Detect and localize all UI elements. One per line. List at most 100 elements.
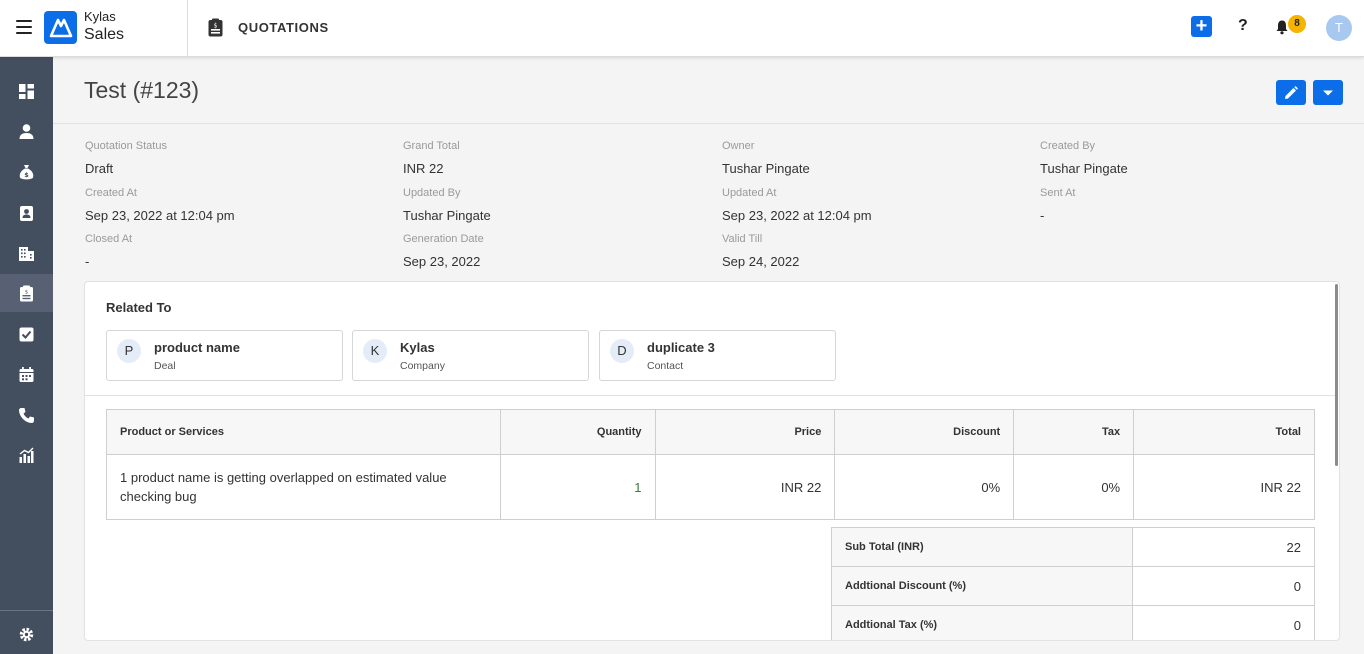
actions-dropdown-button[interactable] — [1313, 80, 1343, 105]
svg-text:$: $ — [25, 289, 29, 295]
related-card-contact[interactable]: D duplicate 3 Contact — [599, 330, 836, 381]
field-value: INR 22 — [403, 161, 444, 176]
sidebar-item-meetings[interactable] — [0, 355, 53, 393]
brand-name: Kylas Sales — [84, 9, 124, 44]
scrollbar-thumb[interactable] — [1335, 284, 1338, 466]
related-card-initial: P — [117, 339, 141, 363]
cell-quantity: 1 — [499, 454, 656, 520]
money-bag-icon: $ — [19, 164, 34, 179]
field-label: Grand Total — [403, 140, 460, 152]
kylas-logo[interactable] — [44, 11, 77, 44]
sidebar-item-leads[interactable] — [0, 112, 53, 150]
contact-card-icon — [20, 205, 33, 221]
header-divider — [53, 123, 1364, 124]
sidebar-item-reports[interactable] — [0, 436, 53, 474]
field-label: Generation Date — [403, 233, 484, 245]
edit-button[interactable] — [1276, 80, 1306, 105]
header-divider — [187, 0, 188, 56]
column-header-tax: Tax — [1013, 409, 1135, 455]
sidebar-item-deals[interactable]: $ — [0, 153, 53, 191]
totals-label: Addtional Discount (%) — [831, 566, 1133, 606]
sidebar-item-tasks[interactable] — [0, 315, 53, 353]
field-value: Sep 23, 2022 at 12:04 pm — [722, 208, 872, 223]
add-button[interactable]: + — [1191, 16, 1212, 37]
field-value: Sep 24, 2022 — [722, 254, 800, 269]
field-label: Updated By — [403, 187, 461, 199]
cell-total: INR 22 — [1133, 454, 1315, 520]
top-bar: Kylas Sales $ QUOTATIONS + ? 8 T — [0, 0, 1364, 57]
totals-value: 0 — [1132, 566, 1315, 606]
products-table: Product or Services Quantity Price Disco… — [106, 409, 1315, 520]
totals-row: Addtional Tax (%) 0 — [831, 605, 1315, 640]
quotation-title: Test (#123) — [84, 77, 200, 103]
field-label: Created By — [1040, 140, 1096, 152]
sidebar-item-quotations[interactable]: $ — [0, 274, 53, 312]
page-label: QUOTATIONS — [238, 20, 329, 35]
related-card-initial: D — [610, 339, 634, 363]
field-value: Tushar Pingate — [403, 208, 491, 223]
field-value: Sep 23, 2022 at 12:04 pm — [85, 208, 235, 223]
notification-badge: 8 — [1288, 15, 1306, 33]
column-header-total: Total — [1133, 409, 1315, 455]
quotation-icon: $ — [208, 18, 223, 37]
sidebar-item-settings[interactable] — [0, 615, 53, 653]
help-icon[interactable]: ? — [1238, 17, 1248, 35]
building-icon — [19, 246, 34, 261]
totals-row: Addtional Discount (%) 0 — [831, 566, 1315, 606]
field-value: - — [1040, 208, 1045, 223]
field-value: Sep 23, 2022 — [403, 254, 481, 269]
section-divider — [85, 395, 1335, 396]
cell-product: 1 product name is getting overlapped on … — [106, 454, 501, 520]
field-generation-date: Generation Date Sep 23, 2022 — [403, 233, 703, 269]
related-card-company[interactable]: K Kylas Company — [352, 330, 589, 381]
column-header-discount: Discount — [834, 409, 1015, 455]
details-panel: Related To P product name Deal K Kylas C… — [84, 281, 1340, 641]
chevron-down-icon — [1323, 90, 1333, 95]
svg-text:$: $ — [24, 171, 29, 179]
totals-label: Sub Total (INR) — [831, 527, 1133, 567]
field-quotation-status: Quotation Status Draft — [85, 140, 385, 176]
quotation-icon: $ — [20, 285, 33, 301]
related-card-deal[interactable]: P product name Deal — [106, 330, 343, 381]
field-closed-at: Closed At - — [85, 233, 385, 269]
user-avatar[interactable]: T — [1326, 15, 1352, 41]
field-label: Closed At — [85, 233, 133, 245]
sidebar: $ $ — [0, 57, 53, 654]
cell-price: INR 22 — [654, 454, 836, 520]
field-updated-at: Updated At Sep 23, 2022 at 12:04 pm — [722, 187, 1022, 223]
field-valid-till: Valid Till Sep 24, 2022 — [722, 233, 1022, 269]
sidebar-item-companies[interactable] — [0, 234, 53, 272]
related-card-type: Deal — [154, 360, 176, 372]
column-header-quantity: Quantity — [499, 409, 656, 455]
calendar-icon — [19, 366, 34, 382]
sidebar-divider — [0, 610, 53, 611]
totals-value: 22 — [1132, 527, 1315, 567]
svg-text:$: $ — [214, 23, 218, 30]
field-updated-by: Updated By Tushar Pingate — [403, 187, 703, 223]
cell-tax: 0% — [1013, 454, 1135, 520]
sidebar-item-calls[interactable] — [0, 396, 53, 434]
cell-discount: 0% — [834, 454, 1015, 520]
sidebar-item-contacts[interactable] — [0, 194, 53, 232]
field-label: Created At — [85, 187, 137, 199]
reports-icon — [19, 447, 34, 463]
hamburger-menu-icon[interactable] — [16, 20, 32, 34]
sidebar-item-dashboard[interactable] — [0, 72, 53, 110]
dashboard-icon — [19, 83, 34, 99]
pencil-icon — [1285, 85, 1298, 99]
user-icon — [19, 123, 34, 139]
related-card-name: duplicate 3 — [647, 340, 715, 355]
table-row: 1 product name is getting overlapped on … — [106, 454, 1315, 520]
field-sent-at: Sent At - — [1040, 187, 1340, 223]
related-card-name: Kylas — [400, 340, 435, 355]
field-value: Draft — [85, 161, 114, 176]
totals-value: 0 — [1132, 605, 1315, 640]
field-label: Owner — [722, 140, 755, 152]
field-grand-total: Grand Total INR 22 — [403, 140, 703, 176]
related-card-initial: K — [363, 339, 387, 363]
field-label: Quotation Status — [85, 140, 167, 152]
task-check-icon — [19, 327, 34, 341]
field-label: Updated At — [722, 187, 777, 199]
totals-row: Sub Total (INR) 22 — [831, 527, 1315, 567]
column-header-product: Product or Services — [106, 409, 501, 455]
